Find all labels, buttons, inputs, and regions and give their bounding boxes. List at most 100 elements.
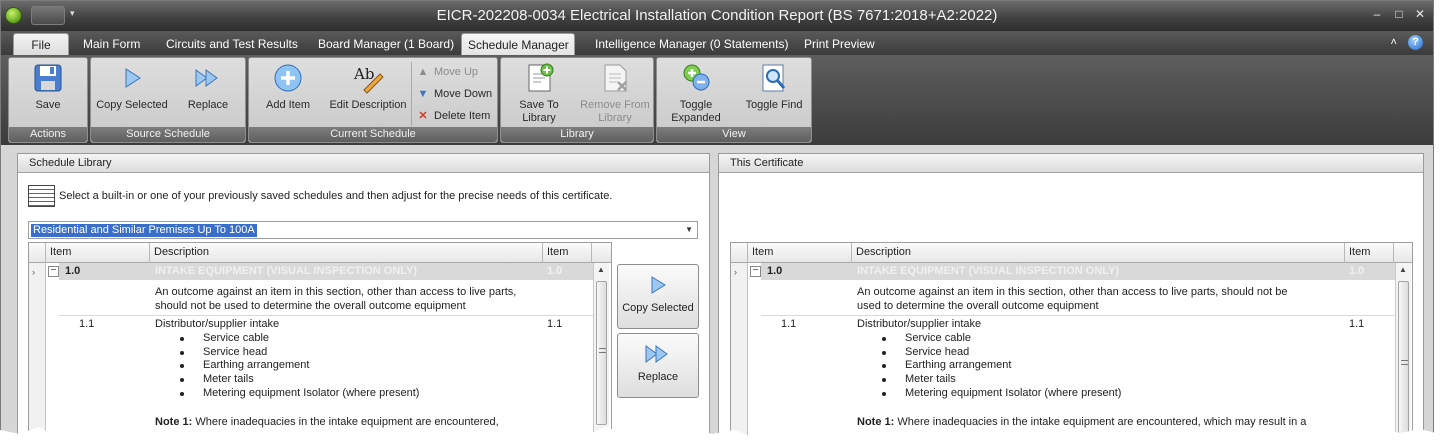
bullet-service-head: Service head (155, 346, 499, 360)
bullet-meter-tails: Meter tails (857, 373, 1306, 387)
scroll-thumb[interactable] (1398, 281, 1409, 439)
maximize-button[interactable]: □ (1391, 7, 1407, 21)
up-arrow-icon: ▲ (417, 66, 429, 78)
column-header-item-2[interactable]: Item (1345, 243, 1394, 263)
torn-edge-decoration (0, 426, 1440, 447)
copy-selected-button[interactable]: Copy Selected (617, 264, 699, 329)
bullet-metering-equipment: Metering equipment Isolator (where prese… (857, 387, 1306, 401)
bullet-earthing-arrangement: Earthing arrangement (155, 359, 499, 373)
save-to-library-label-2: Library (522, 112, 556, 124)
dropdown-arrow-icon[interactable]: ▼ (685, 225, 693, 234)
section-title: INTAKE EQUIPMENT (VISUAL INSPECTION ONLY… (857, 265, 1119, 277)
move-down-label: Move Down (434, 88, 493, 100)
column-header-description[interactable]: Description (852, 243, 1345, 263)
replace-button[interactable]: Replace (617, 333, 699, 398)
tab-schedule-manager[interactable]: Schedule Manager (461, 33, 575, 55)
collapse-toggle-icon[interactable]: − (750, 266, 761, 277)
bullet-meter-tails: Meter tails (155, 373, 499, 387)
close-button[interactable]: ✕ (1412, 7, 1428, 21)
save-to-library-label-1: Save To (519, 99, 559, 111)
current-row-indicator-icon: › (734, 267, 737, 277)
library-group-label: Library (501, 127, 653, 142)
add-item-label: Add Item (265, 99, 311, 111)
view-group-label: View (657, 127, 811, 142)
outcome-note-line-2: used to determine the overall outcome eq… (857, 299, 1099, 312)
section-code: 1.0 (767, 265, 783, 277)
double-arrow-icon (195, 69, 218, 87)
schedule-library-header: Schedule Library (18, 154, 709, 173)
scroll-grip-icon (1401, 360, 1408, 365)
move-up-button[interactable]: ▲ Move Up (416, 65, 478, 79)
tab-print-preview[interactable]: Print Preview (798, 33, 881, 55)
tab-board-manager[interactable]: Board Manager (1 Board) (312, 33, 460, 55)
item-code-2: 1.1 (547, 318, 563, 330)
remove-from-library-label-1: Remove From (580, 99, 650, 111)
save-button[interactable]: Save (9, 62, 87, 112)
item-title: Distributor/supplier intake (155, 318, 280, 330)
row-divider (59, 315, 593, 316)
item-code: 1.1 (781, 318, 797, 330)
bullet-service-cable: Service cable (155, 332, 499, 346)
toggle-expanded-button[interactable]: Toggle Expanded (663, 62, 729, 125)
item-bullet-list: Service cable Service head Earthing arra… (155, 332, 499, 401)
row-selector-header (29, 243, 46, 263)
actions-group-label: Actions (9, 127, 87, 142)
play-arrow-icon (651, 276, 666, 294)
item-description: Distributor/supplier intake Service cabl… (155, 318, 499, 430)
column-header-item[interactable]: Item (46, 243, 150, 263)
svg-text:Ab: Ab (353, 65, 374, 83)
delete-item-button[interactable]: ✕ Delete Item (416, 109, 490, 123)
current-schedule-group: Add Item Ab Edit Description ▲ Move Up ▼ M… (248, 57, 498, 143)
scroll-grip-icon (599, 348, 606, 353)
tab-file[interactable]: File (13, 33, 69, 55)
item-bullet-list: Service cable Service head Earthing arra… (857, 332, 1306, 401)
edit-text-icon: Ab (353, 65, 384, 94)
save-to-library-button[interactable]: Save To Library (507, 62, 571, 125)
edit-description-button[interactable]: Ab Edit Description (326, 62, 410, 112)
collapse-toggle-icon[interactable]: − (48, 266, 59, 277)
scroll-thumb[interactable] (596, 281, 607, 425)
schedule-instruction: Select a built-in or one of your previou… (28, 185, 612, 208)
section-code-2: 1.0 (1349, 265, 1365, 277)
replace-button-label: Replace (637, 371, 679, 383)
outcome-note-line-1: An outcome against an item in this secti… (155, 286, 517, 298)
schedule-library-panel: Schedule Library Select a built-in or on… (17, 153, 710, 439)
minimize-button[interactable]: – (1369, 7, 1385, 21)
bullet-earthing-arrangement: Earthing arrangement (857, 359, 1306, 373)
replace-label: Replace (187, 99, 229, 111)
remove-from-library-button[interactable]: Remove From Library (577, 62, 653, 125)
toggle-expanded-label-1: Toggle (679, 99, 713, 111)
current-schedule-group-label: Current Schedule (249, 127, 497, 142)
replace-ribbon-button[interactable]: Replace (175, 62, 241, 112)
edit-description-label: Edit Description (329, 99, 407, 111)
play-arrow-icon (125, 68, 141, 88)
tab-intelligence-manager[interactable]: Intelligence Manager (0 Statements) (589, 33, 794, 55)
column-header-item[interactable]: Item (748, 243, 852, 263)
add-item-button[interactable]: Add Item (257, 62, 319, 112)
actions-group: Save Actions (8, 57, 88, 143)
grid-vertical-scrollbar[interactable]: ▲ (1395, 263, 1411, 439)
column-header-item-2[interactable]: Item (543, 243, 592, 263)
source-schedule-group: Copy Selected Replace Source Schedule (90, 57, 246, 143)
add-circle-icon (274, 64, 302, 92)
save-label: Save (35, 99, 61, 111)
schedule-select[interactable]: Residential and Similar Premises Up To 1… (28, 221, 698, 239)
ribbon: Save Actions Copy Selected Replace Sourc… (1, 55, 1433, 145)
collapse-ribbon-icon[interactable]: ˄ (1391, 36, 1397, 48)
column-header-description[interactable]: Description (150, 243, 543, 263)
toggle-find-button[interactable]: Toggle Find (737, 62, 811, 112)
this-certificate-panel: This Certificate Item Description Item ›… (718, 153, 1424, 439)
move-down-button[interactable]: ▼ Move Down (416, 87, 493, 101)
scroll-up-icon[interactable]: ▲ (597, 265, 605, 274)
help-icon[interactable]: ? (1408, 35, 1423, 50)
grid-vertical-scrollbar[interactable]: ▲ (593, 263, 609, 439)
item-title: Distributor/supplier intake (857, 318, 982, 330)
move-up-label: Move Up (434, 66, 479, 78)
scroll-up-icon[interactable]: ▲ (1399, 265, 1407, 274)
down-arrow-icon: ▼ (417, 88, 429, 100)
tab-circuits-and-test-results[interactable]: Circuits and Test Results (160, 33, 304, 55)
application-window: ▾ EICR-202208-0034 Electrical Installati… (0, 0, 1434, 440)
bullet-metering-equipment: Metering equipment Isolator (where prese… (155, 387, 499, 401)
tab-main-form[interactable]: Main Form (77, 33, 146, 55)
copy-selected-ribbon-button[interactable]: Copy Selected (94, 62, 170, 112)
